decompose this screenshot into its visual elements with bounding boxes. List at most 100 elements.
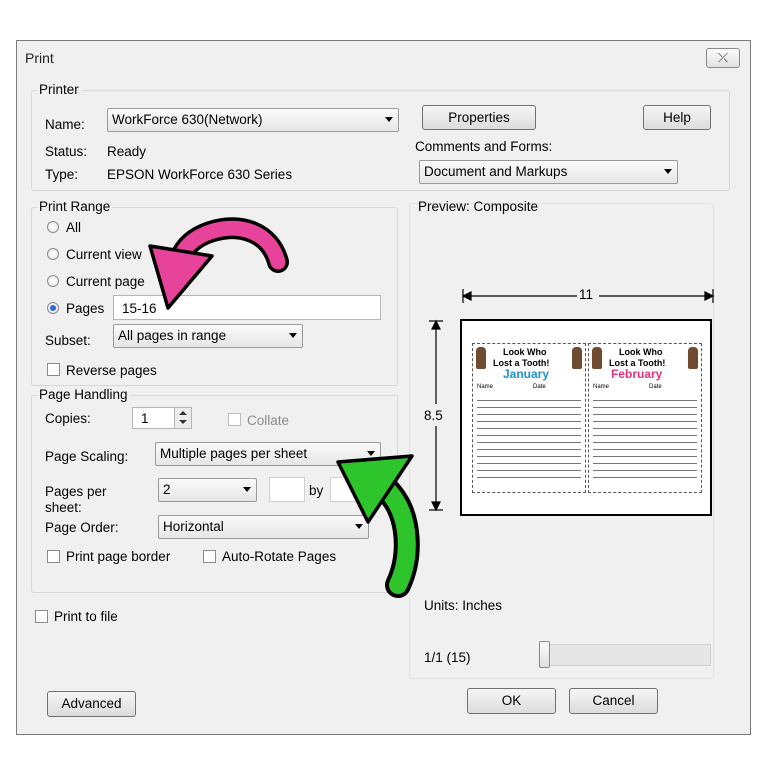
units-label: Units: Inches	[424, 598, 503, 613]
copies-value: 1	[141, 411, 149, 426]
stepper-down-icon[interactable]	[179, 420, 187, 424]
ok-button[interactable]: OK	[467, 688, 556, 714]
title-bar: Print ⤫	[17, 41, 750, 73]
properties-button-label: Properties	[448, 110, 510, 125]
subset-label: Subset:	[45, 333, 91, 348]
pages-per-sheet-columns-input[interactable]	[269, 477, 305, 502]
radio-all[interactable]	[47, 221, 59, 233]
ok-button-label: OK	[501, 693, 522, 708]
page-scaling-select[interactable]: Multiple pages per sheet	[155, 442, 381, 466]
page-order-select[interactable]: Horizontal	[158, 515, 369, 539]
radio-current-view-label: Current view	[66, 247, 142, 262]
preview-sheet: Look Who Lost a Tooth! January Name Date…	[460, 319, 712, 516]
print-page-border-label: Print page border	[66, 549, 171, 564]
help-button[interactable]: Help	[643, 105, 711, 130]
page-indicator: 1/1 (15)	[424, 650, 471, 665]
help-button-label: Help	[663, 110, 691, 125]
auto-rotate-label: Auto-Rotate Pages	[222, 549, 337, 564]
printer-type-label: Type:	[45, 167, 79, 182]
collate-checkbox[interactable]	[228, 413, 241, 426]
copies-input[interactable]: 1	[132, 407, 192, 429]
kid-illustration	[688, 347, 698, 369]
page-2-lines	[593, 394, 697, 484]
preview-label: Preview: Composite	[418, 199, 539, 214]
printer-name-value: WorkForce 630(Network)	[112, 112, 263, 127]
copies-stepper[interactable]	[174, 408, 191, 428]
preview-height-value: 8.5	[424, 408, 443, 423]
page-1-heading-1: Look Who	[503, 347, 547, 357]
radio-pages-label: Pages	[66, 301, 105, 316]
page-order-label: Page Order:	[45, 520, 119, 535]
chevron-down-icon	[243, 487, 251, 492]
chevron-down-icon	[664, 169, 672, 174]
collate-label: Collate	[247, 413, 290, 428]
page-2-col-date: Date	[649, 384, 662, 390]
reverse-pages-label: Reverse pages	[66, 363, 157, 378]
pages-range-value: 15-16	[122, 301, 157, 316]
kid-illustration	[592, 347, 602, 369]
printer-group-label: Printer	[37, 82, 81, 97]
page-slider-track[interactable]	[539, 644, 711, 666]
page-order-value: Horizontal	[163, 519, 224, 534]
pages-range-input[interactable]: 15-16	[113, 295, 381, 320]
by-label: by	[309, 483, 324, 498]
cancel-button[interactable]: Cancel	[569, 688, 658, 714]
close-icon: ⤫	[717, 50, 729, 65]
print-range-group-label: Print Range	[37, 199, 113, 214]
printer-status-value: Ready	[107, 144, 147, 159]
page-handling-group-label: Page Handling	[37, 387, 130, 402]
print-to-file-label: Print to file	[54, 609, 118, 624]
preview-page-1: Look Who Lost a Tooth! January Name Date	[472, 343, 586, 493]
page-2-col-name: Name	[593, 384, 610, 390]
pages-per-sheet-label-1: Pages per	[45, 484, 107, 499]
subset-select[interactable]: All pages in range	[113, 324, 303, 348]
chevron-down-icon	[355, 524, 363, 529]
page-1-month: January	[503, 367, 550, 381]
page-2-month: February	[611, 367, 663, 381]
reverse-pages-checkbox[interactable]	[47, 363, 60, 376]
page-2-heading-1: Look Who	[619, 347, 663, 357]
chevron-down-icon	[367, 451, 375, 456]
advanced-button-label: Advanced	[61, 696, 122, 711]
radio-pages[interactable]	[47, 302, 59, 314]
kid-illustration	[476, 347, 486, 369]
comments-forms-label: Comments and Forms:	[415, 139, 553, 154]
printer-name-select[interactable]: WorkForce 630(Network)	[107, 108, 399, 132]
comments-forms-value: Document and Markups	[424, 164, 568, 179]
chevron-down-icon	[385, 117, 393, 122]
pages-per-sheet-label-2: sheet:	[45, 500, 82, 515]
printer-status-label: Status:	[45, 144, 88, 159]
radio-all-label: All	[66, 220, 82, 235]
preview-width-value: 11	[579, 287, 594, 302]
chevron-down-icon	[289, 333, 297, 338]
window-title: Print	[25, 50, 54, 66]
radio-current-page-label: Current page	[66, 274, 145, 289]
close-button[interactable]: ⤫	[706, 48, 740, 68]
kid-illustration	[572, 347, 582, 369]
pages-per-sheet-select[interactable]: 2	[158, 478, 257, 502]
auto-rotate-checkbox[interactable]	[203, 550, 216, 563]
print-dialog: Print ⤫ Printer Name: WorkForce 630(Netw…	[16, 40, 751, 735]
pages-per-sheet-rows-input[interactable]	[330, 477, 360, 502]
subset-value: All pages in range	[118, 328, 227, 343]
stepper-up-icon[interactable]	[179, 411, 187, 415]
page-slider-thumb[interactable]	[539, 641, 550, 668]
radio-current-page[interactable]	[47, 275, 59, 287]
page-1-col-name: Name	[477, 384, 494, 390]
page-1-lines	[477, 394, 581, 484]
print-page-border-checkbox[interactable]	[47, 550, 60, 563]
page-scaling-label: Page Scaling:	[45, 449, 129, 464]
printer-name-label: Name:	[45, 117, 85, 132]
properties-button[interactable]: Properties	[422, 105, 536, 130]
pages-per-sheet-value: 2	[163, 482, 171, 497]
page-1-col-date: Date	[533, 384, 546, 390]
radio-current-view[interactable]	[47, 248, 59, 260]
printer-type-value: EPSON WorkForce 630 Series	[107, 167, 293, 182]
print-to-file-checkbox[interactable]	[35, 610, 48, 623]
advanced-button[interactable]: Advanced	[47, 691, 136, 717]
cancel-button-label: Cancel	[592, 693, 635, 708]
comments-forms-select[interactable]: Document and Markups	[419, 160, 678, 184]
preview-page-2: Look Who Lost a Tooth! February Name Dat…	[588, 343, 702, 493]
copies-label: Copies:	[45, 411, 91, 426]
page-scaling-value: Multiple pages per sheet	[160, 446, 308, 461]
